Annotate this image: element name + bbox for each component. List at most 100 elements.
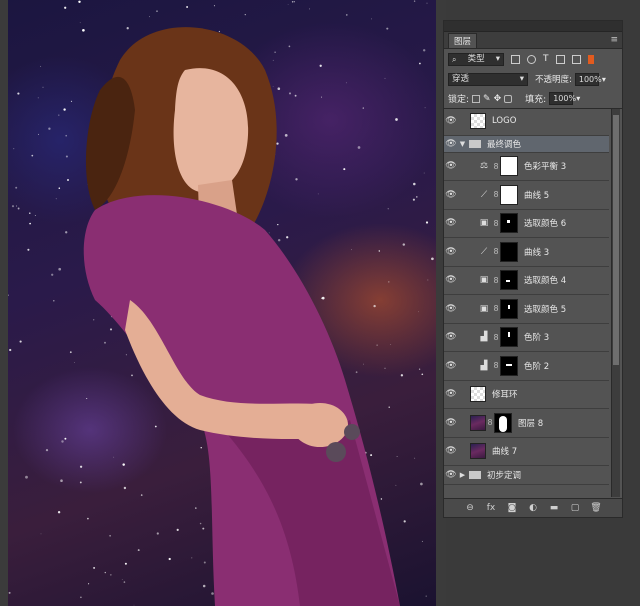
lock-position-icon[interactable]: ✥ bbox=[494, 94, 502, 104]
color-balance-icon: ⚖ bbox=[479, 161, 489, 172]
star bbox=[202, 527, 205, 530]
layer-mask[interactable] bbox=[500, 213, 518, 234]
type-filter-icon[interactable]: T bbox=[543, 54, 549, 64]
expand-triangle-icon[interactable]: ▶ bbox=[458, 471, 467, 479]
visibility-eye-icon[interactable]: 👁 bbox=[444, 275, 458, 285]
new-layer-icon[interactable]: ▢ bbox=[570, 503, 580, 513]
star bbox=[286, 236, 289, 239]
star bbox=[140, 494, 143, 496]
blend-mode-select[interactable]: 穿透 ▾ bbox=[448, 72, 528, 86]
layer-row[interactable]: 👁 修耳环 bbox=[444, 381, 609, 409]
fill-input[interactable]: 100% bbox=[549, 92, 576, 105]
layer-mask[interactable] bbox=[500, 355, 518, 376]
star bbox=[64, 437, 67, 440]
trash-icon[interactable]: 🗑 bbox=[590, 503, 601, 513]
visibility-eye-icon[interactable]: 👁 bbox=[444, 446, 458, 456]
star bbox=[37, 97, 39, 99]
star bbox=[268, 232, 270, 234]
scrollbar-thumb[interactable] bbox=[613, 115, 619, 365]
layer-name: 最终调色 bbox=[487, 139, 522, 150]
layer-row[interactable]: 👁 ⚖ 8 色彩平衡 3 bbox=[444, 153, 609, 181]
pixel-filter-icon[interactable] bbox=[511, 54, 520, 64]
visibility-eye-icon[interactable]: 👁 bbox=[444, 418, 458, 428]
layer-thumbnail bbox=[470, 386, 486, 403]
layer-group-row[interactable]: 👁 ▶ 初步定调 bbox=[444, 466, 609, 485]
layer-row[interactable]: 👁 ▣ 8 选取颜色 5 bbox=[444, 295, 609, 324]
layer-row[interactable]: 👁 8 图层 8 bbox=[444, 409, 609, 438]
opacity-input[interactable]: 100% bbox=[574, 72, 602, 86]
visibility-eye-icon[interactable]: 👁 bbox=[444, 389, 458, 399]
star bbox=[390, 344, 392, 345]
new-group-icon[interactable]: ▬ bbox=[549, 503, 559, 513]
visibility-eye-icon[interactable]: 👁 bbox=[444, 218, 458, 228]
visibility-eye-icon[interactable]: 👁 bbox=[444, 304, 458, 314]
link-icon: 8 bbox=[493, 332, 499, 342]
shape-filter-icon[interactable] bbox=[555, 54, 565, 64]
layer-mask[interactable] bbox=[500, 241, 518, 262]
layers-panel: 图层 ≡ ⌕ 类型 ▾ T 穿透 ▾ 不透明度: 100% ▾ 锁定: ✎ ✥ … bbox=[443, 20, 623, 518]
panel-menu-icon[interactable]: ≡ bbox=[610, 35, 618, 45]
adjustment-layer-icon[interactable]: ◐ bbox=[528, 503, 538, 513]
canvas-photo bbox=[0, 0, 446, 606]
visibility-eye-icon[interactable]: 👁 bbox=[444, 139, 458, 149]
visibility-eye-icon[interactable]: 👁 bbox=[444, 332, 458, 342]
star bbox=[104, 571, 106, 574]
star bbox=[395, 484, 397, 486]
smart-object-filter-icon[interactable] bbox=[571, 54, 581, 64]
star bbox=[25, 475, 28, 479]
layer-row[interactable]: 👁 ⟋ 8 曲线 3 bbox=[444, 238, 609, 267]
add-mask-icon[interactable]: ◙ bbox=[507, 503, 517, 513]
star bbox=[421, 540, 423, 542]
lock-paint-icon[interactable]: ✎ bbox=[483, 94, 491, 104]
visibility-eye-icon[interactable]: 👁 bbox=[444, 247, 458, 257]
star bbox=[156, 532, 159, 535]
visibility-eye-icon[interactable]: 👁 bbox=[444, 190, 458, 200]
layer-mask[interactable] bbox=[500, 156, 518, 177]
layer-row[interactable]: 👁 ▣ 8 选取颜色 6 bbox=[444, 210, 609, 238]
star bbox=[363, 363, 364, 365]
fx-icon[interactable]: fx bbox=[486, 503, 496, 513]
visibility-eye-icon[interactable]: 👁 bbox=[444, 470, 458, 480]
star bbox=[362, 107, 364, 109]
layers-list: 👁 LOGO 👁 ▼ 最终调色 👁 ⚖ 8 色彩平衡 3 👁 ⟋ 8 曲线 5 bbox=[444, 107, 609, 500]
star bbox=[413, 0, 416, 2]
visibility-eye-icon[interactable]: 👁 bbox=[444, 361, 458, 371]
star bbox=[123, 581, 126, 583]
layer-mask[interactable] bbox=[500, 184, 518, 205]
expand-triangle-icon[interactable]: ▼ bbox=[458, 140, 467, 148]
layer-row[interactable]: 👁 曲线 7 bbox=[444, 438, 609, 466]
layer-mask[interactable] bbox=[500, 270, 518, 291]
star bbox=[386, 27, 389, 30]
chevron-down-icon[interactable]: ▾ bbox=[602, 75, 606, 84]
layer-row[interactable]: 👁 ▟ 8 色阶 2 bbox=[444, 352, 609, 381]
visibility-eye-icon[interactable]: 👁 bbox=[444, 161, 458, 171]
layer-mask[interactable] bbox=[500, 327, 518, 348]
layer-row[interactable]: 👁 ▟ 8 色阶 3 bbox=[444, 324, 609, 352]
tab-layers[interactable]: 图层 bbox=[448, 32, 478, 48]
layer-row[interactable]: 👁 ⟋ 8 曲线 5 bbox=[444, 181, 609, 210]
layer-mask[interactable] bbox=[500, 298, 518, 319]
link-layers-icon[interactable]: ⊖ bbox=[465, 503, 475, 513]
filter-kind-select[interactable]: ⌕ 类型 ▾ bbox=[448, 52, 504, 66]
lock-all-icon[interactable] bbox=[504, 94, 513, 103]
star bbox=[412, 198, 415, 201]
layers-scrollbar[interactable] bbox=[611, 109, 620, 497]
panel-titlebar[interactable] bbox=[444, 21, 622, 32]
lock-transparent-icon[interactable] bbox=[472, 94, 481, 103]
layer-name: 选取颜色 6 bbox=[524, 219, 567, 230]
layer-name: 选取颜色 5 bbox=[524, 304, 567, 315]
layer-mask[interactable] bbox=[494, 412, 512, 433]
filter-toggle-icon[interactable] bbox=[587, 54, 594, 64]
star bbox=[87, 517, 89, 520]
chevron-down-icon[interactable]: ▾ bbox=[576, 94, 580, 103]
star bbox=[42, 86, 44, 88]
layer-row[interactable]: 👁 LOGO bbox=[444, 107, 609, 136]
star bbox=[78, 0, 81, 4]
star bbox=[124, 562, 127, 565]
layer-row[interactable]: 👁 ▣ 8 选取颜色 4 bbox=[444, 267, 609, 295]
star bbox=[80, 596, 82, 599]
adjustment-filter-icon[interactable] bbox=[527, 54, 536, 64]
star bbox=[425, 221, 429, 224]
visibility-eye-icon[interactable]: 👁 bbox=[444, 116, 458, 126]
layer-group-row[interactable]: 👁 ▼ 最终调色 bbox=[444, 135, 609, 153]
